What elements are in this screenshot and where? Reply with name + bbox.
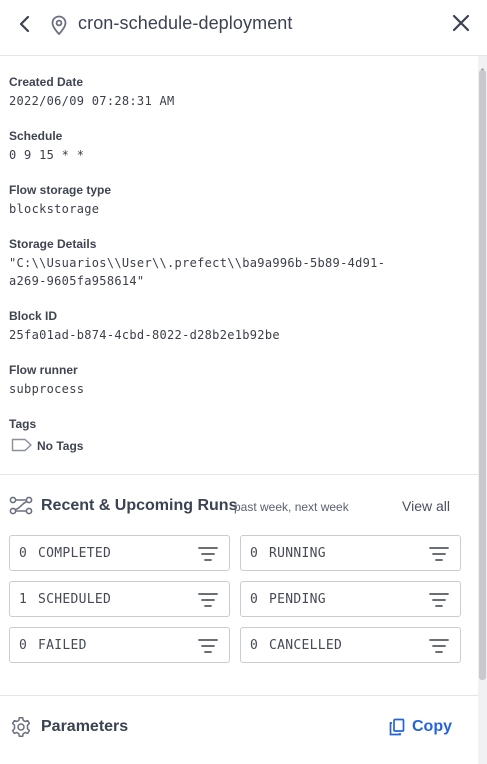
deployment-title: cron-schedule-deployment <box>78 13 293 33</box>
state-name: SCHEDULED <box>38 592 112 607</box>
state-filter-pending[interactable]: 0 PENDING <box>240 581 461 617</box>
no-tags-text: No Tags <box>37 439 84 453</box>
copy-label: Copy <box>412 718 452 735</box>
created-date-label: Created Date <box>9 75 84 89</box>
block-id-label: Block ID <box>9 309 58 323</box>
runs-section-subtitle: past week, next week <box>234 500 349 514</box>
state-count: 0 <box>250 546 258 561</box>
parameters-title: Parameters <box>41 718 129 735</box>
state-count: 0 <box>250 592 258 607</box>
view-all-link[interactable]: View all <box>402 498 450 514</box>
runs-section-title: Recent & Upcoming Runs <box>41 497 238 514</box>
filter-icon <box>429 547 449 561</box>
flow-runs-icon <box>9 495 33 517</box>
created-date-value: 2022/06/09 07:28:31 AM <box>9 94 175 108</box>
back-button[interactable] <box>14 12 36 36</box>
copy-parameters-button[interactable]: Copy <box>389 717 455 739</box>
flow-storage-type-value: blockstorage <box>9 202 100 216</box>
copy-icon <box>389 718 405 736</box>
state-count: 0 <box>250 638 258 653</box>
state-name: CANCELLED <box>269 638 343 653</box>
filter-icon <box>198 593 218 607</box>
state-filter-failed[interactable]: 0 FAILED <box>9 627 230 663</box>
tag-icon <box>11 438 33 452</box>
gear-icon <box>10 716 32 738</box>
state-name: COMPLETED <box>38 546 112 561</box>
section-divider <box>0 474 478 475</box>
state-name: RUNNING <box>269 546 326 561</box>
map-pin-icon <box>49 14 69 36</box>
close-button[interactable] <box>450 12 472 34</box>
state-count: 0 <box>19 638 27 653</box>
state-filter-completed[interactable]: 0 COMPLETED <box>9 535 230 571</box>
state-filter-running[interactable]: 0 RUNNING <box>240 535 461 571</box>
state-count: 0 <box>19 546 27 561</box>
filter-icon <box>429 639 449 653</box>
block-id-value: 25fa01ad-b874-4cbd-8022-d28b2e1b92be <box>9 328 280 342</box>
panel-header: cron-schedule-deployment <box>0 0 487 56</box>
state-filter-cancelled[interactable]: 0 CANCELLED <box>240 627 461 663</box>
state-count: 1 <box>19 592 27 607</box>
flow-runner-value: subprocess <box>9 382 85 396</box>
schedule-value: 0 9 15 * * <box>9 148 85 162</box>
filter-icon <box>429 593 449 607</box>
scroll-up-arrow-icon[interactable] <box>479 60 486 72</box>
tags-label: Tags <box>9 417 37 431</box>
scrollbar-thumb[interactable] <box>479 70 486 680</box>
flow-storage-type-label: Flow storage type <box>9 183 112 197</box>
state-name: FAILED <box>38 638 87 653</box>
section-divider <box>0 695 478 696</box>
state-filter-scheduled[interactable]: 1 SCHEDULED <box>9 581 230 617</box>
flow-runner-label: Flow runner <box>9 363 78 377</box>
chevron-left-icon <box>19 15 30 33</box>
schedule-label: Schedule <box>9 129 63 143</box>
storage-details-value: "C:\\Usuarios\\User\\.prefect\\ba9a996b-… <box>9 256 386 288</box>
filter-icon <box>198 547 218 561</box>
close-icon <box>452 14 470 32</box>
filter-icon <box>198 639 218 653</box>
state-name: PENDING <box>269 592 326 607</box>
storage-details-label: Storage Details <box>9 237 97 251</box>
